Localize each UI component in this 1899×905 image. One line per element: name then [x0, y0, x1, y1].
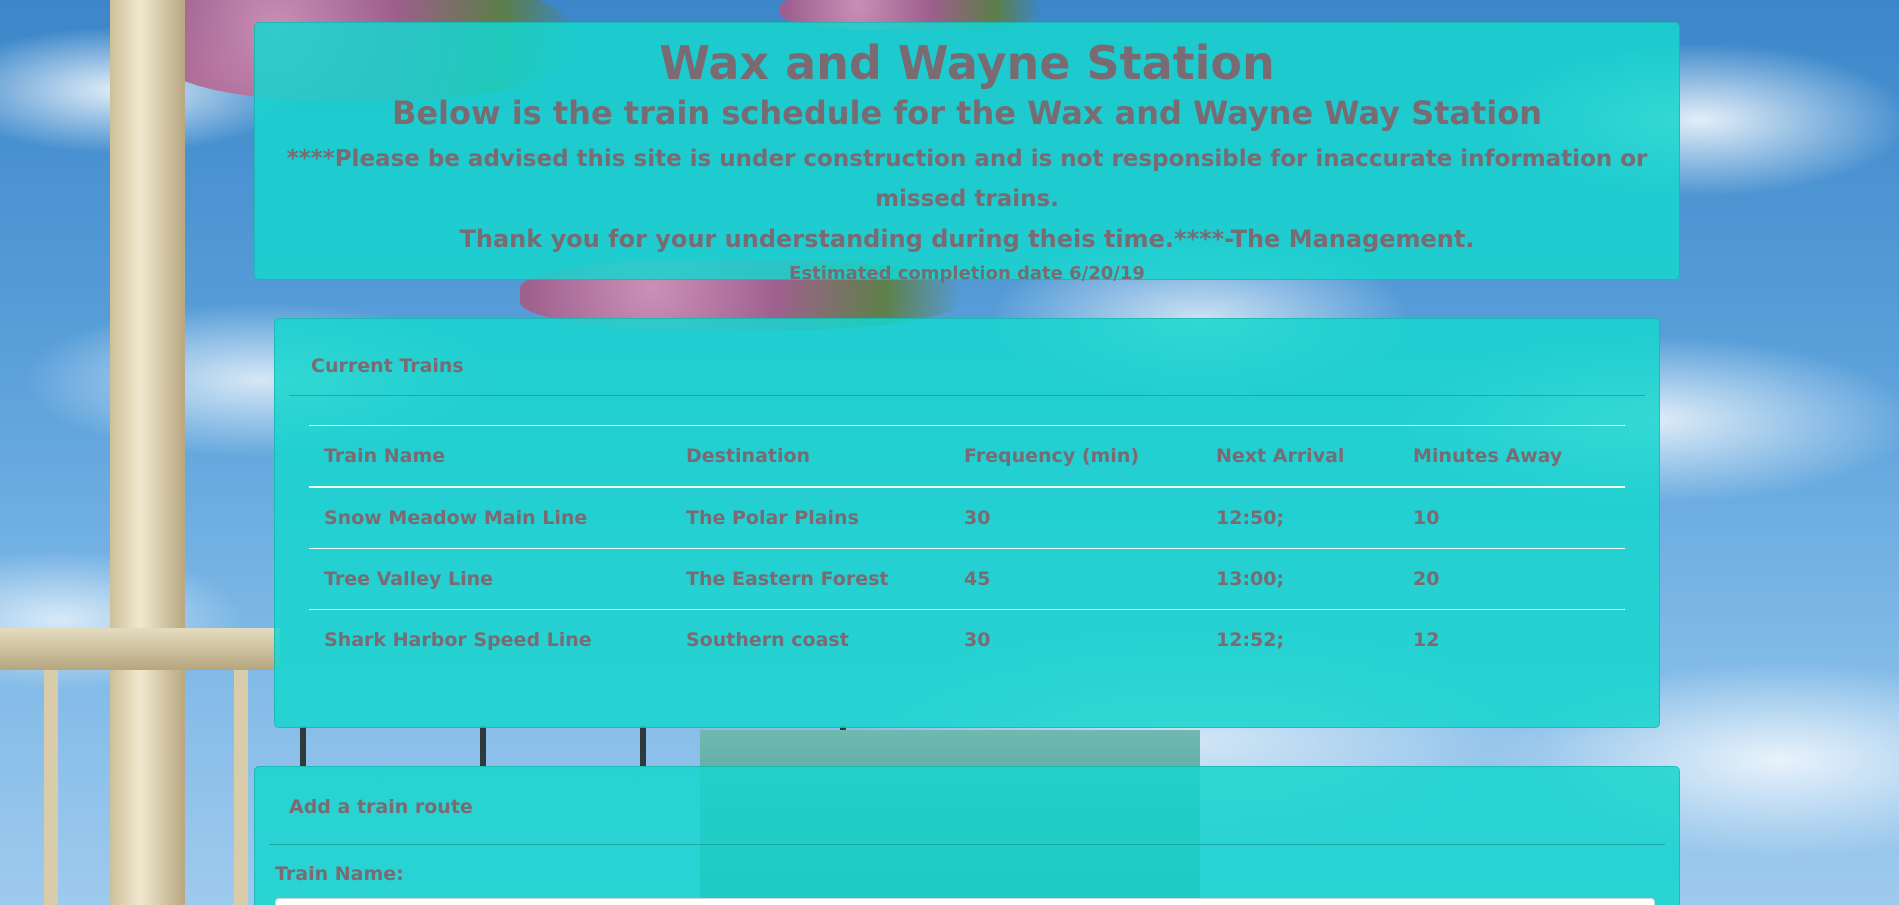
column-header-destination: Destination — [671, 425, 949, 488]
add-train-route-card: Add a train route Train Name: — [254, 766, 1680, 905]
railing-baluster — [300, 726, 306, 766]
header-panel: Wax and Wayne Station Below is the train… — [254, 22, 1680, 284]
train-name-cell: Tree Valley Line — [309, 548, 671, 610]
page-subtitle: Below is the train schedule for the Wax … — [391, 94, 1543, 132]
frequency-cell: 30 — [949, 486, 1201, 549]
destination-cell: The Polar Plains — [671, 486, 949, 549]
next-arrival-cell: 13:00; — [1201, 548, 1398, 610]
train-name-label: Train Name: — [275, 863, 404, 885]
completion-date: Estimated completion date 6/20/19 — [789, 263, 1145, 284]
add-train-route-header: Add a train route — [269, 767, 1665, 845]
railing-baluster — [234, 670, 248, 905]
destination-cell: The Eastern Forest — [671, 548, 949, 610]
train-name-cell: Snow Meadow Main Line — [309, 486, 671, 549]
railing-baluster — [480, 726, 486, 766]
train-name-input[interactable] — [275, 898, 1655, 905]
frequency-cell: 45 — [949, 548, 1201, 610]
train-name-cell: Shark Harbor Speed Line — [309, 609, 671, 670]
column-header-minutes-away: Minutes Away — [1398, 425, 1625, 488]
current-trains-header: Current Trains — [289, 319, 1645, 396]
minutes-away-cell: 10 — [1398, 486, 1625, 549]
minutes-away-cell: 20 — [1398, 548, 1625, 610]
column-header-next-arrival: Next Arrival — [1201, 425, 1398, 488]
table-row: Tree Valley Line The Eastern Forest 45 1… — [309, 548, 1625, 610]
current-trains-card: Current Trains Train Name Destination Fr… — [274, 318, 1660, 728]
column-header-train-name: Train Name — [309, 425, 671, 488]
frequency-cell: 30 — [949, 609, 1201, 670]
railing-baluster — [640, 726, 646, 766]
porch-railing — [0, 628, 280, 670]
table-header-row: Train Name Destination Frequency (min) N… — [309, 425, 1625, 488]
page-title: Wax and Wayne Station — [659, 36, 1275, 90]
table-row: Shark Harbor Speed Line Southern coast 3… — [309, 609, 1625, 670]
trains-table: Train Name Destination Frequency (min) N… — [309, 425, 1625, 670]
next-arrival-cell: 12:52; — [1201, 609, 1398, 670]
porch-post — [110, 0, 185, 905]
destination-cell: Southern coast — [671, 609, 949, 670]
railing-baluster — [44, 670, 58, 905]
minutes-away-cell: 12 — [1398, 609, 1625, 670]
construction-notice: ****Please be advised this site is under… — [286, 146, 1648, 212]
page-background: Wax and Wayne Station Below is the train… — [0, 0, 1899, 905]
table-row: Snow Meadow Main Line The Polar Plains 3… — [309, 486, 1625, 549]
next-arrival-cell: 12:50; — [1201, 486, 1398, 549]
column-header-frequency: Frequency (min) — [949, 425, 1201, 488]
construction-notice-signoff: Thank you for your understanding during … — [459, 225, 1475, 253]
